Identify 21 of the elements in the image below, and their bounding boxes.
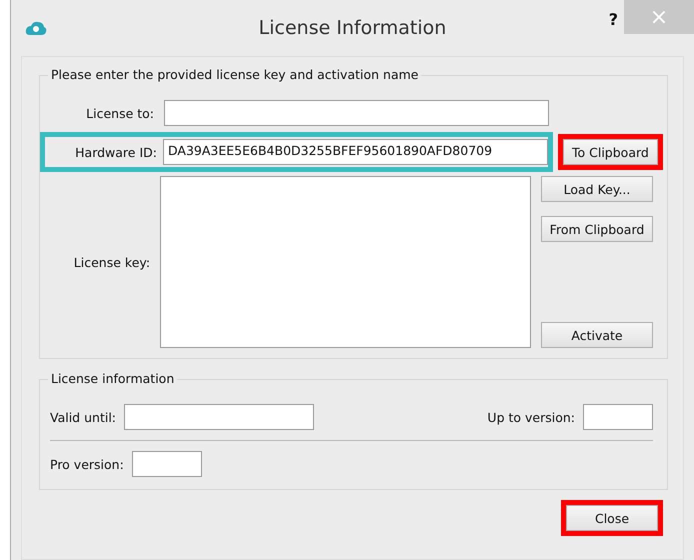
cloud-logo-icon bbox=[25, 20, 47, 36]
window-title: License Information bbox=[258, 17, 446, 39]
field-label: Hardware ID: bbox=[74, 144, 158, 160]
field-label: License key: bbox=[72, 254, 152, 270]
input-field[interactable] bbox=[132, 451, 202, 477]
input-field[interactable] bbox=[124, 404, 314, 430]
close-dialog-button[interactable]: Close bbox=[566, 505, 658, 531]
input-field[interactable]: DA39A3EE5E6B4B0D3255BFEF95601890AFD80709 bbox=[163, 139, 548, 165]
help-button[interactable]: ? bbox=[608, 10, 618, 29]
action-button[interactable]: Load Key... bbox=[541, 176, 653, 202]
to-clipboard-button[interactable]: To Clipboard bbox=[563, 139, 658, 165]
input-field[interactable] bbox=[583, 404, 653, 430]
field-label: Pro version: bbox=[50, 456, 125, 472]
field-label: Valid until: bbox=[50, 410, 117, 424]
action-button[interactable]: Activate bbox=[541, 322, 653, 348]
field-label: Up to version: bbox=[487, 410, 576, 424]
action-button[interactable]: From Clipboard bbox=[541, 216, 653, 242]
group-title: License information bbox=[48, 371, 178, 386]
field-label: License to: bbox=[85, 106, 155, 120]
input-field[interactable] bbox=[164, 100, 549, 126]
group-title: Please enter the provided license key and activation name bbox=[48, 67, 422, 82]
